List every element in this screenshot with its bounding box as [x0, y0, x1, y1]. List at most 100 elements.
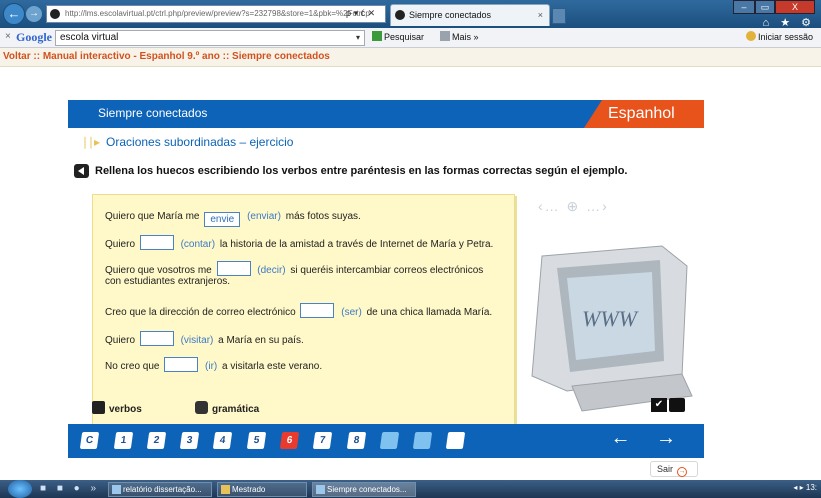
grammar-icon: [195, 401, 208, 414]
taskbar-item-mestrado[interactable]: Mestrado: [217, 482, 307, 497]
verb-hint: (decir): [257, 265, 286, 276]
exercise-line-3-continuation: con estudiantes extranjeros.: [105, 276, 231, 287]
new-tab-button[interactable]: [552, 8, 566, 24]
speaker-icon[interactable]: [74, 164, 89, 178]
answer-input-2[interactable]: [139, 235, 174, 250]
tab-close-icon[interactable]: ×: [538, 5, 543, 25]
answer-input-1[interactable]: envie: [204, 212, 241, 227]
verb-hint: (ir): [205, 361, 218, 372]
nav-button-8[interactable]: 8: [346, 432, 367, 449]
folder-icon: [221, 485, 230, 494]
close-window-button[interactable]: X: [775, 0, 815, 14]
verbos-tool[interactable]: verbos: [92, 401, 142, 415]
line-text-after: si queréis intercambiar correos electrón…: [290, 265, 484, 276]
system-tray[interactable]: ◂ ▸ 13:: [793, 483, 817, 492]
back-button[interactable]: ←: [3, 3, 25, 25]
line-text-before: Quiero: [105, 335, 136, 346]
signin-link[interactable]: Iniciar sessão: [745, 31, 813, 42]
google-search-input[interactable]: escola virtual ▾: [55, 30, 365, 46]
address-bar[interactable]: http://lms.escolavirtual.pt/ctrl.php/pre…: [46, 5, 386, 23]
pencil-icon[interactable]: [669, 398, 685, 412]
notes-icon[interactable]: [445, 432, 466, 449]
exercise-line-2: Quiero (contar) la historia de la amista…: [105, 235, 493, 250]
start-button[interactable]: [8, 480, 32, 498]
chevron-down-icon[interactable]: ▾: [356, 31, 360, 45]
toolbar-close-icon[interactable]: ×: [5, 31, 11, 42]
nav-button-1[interactable]: 1: [113, 432, 134, 449]
google-search-button[interactable]: Pesquisar: [372, 31, 424, 42]
google-search-label: Pesquisar: [384, 32, 425, 42]
google-more-label: Mais »: [452, 32, 479, 42]
exercise-subtitle: ∣∣▸ Oraciones subordinadas – ejercicio: [82, 135, 293, 149]
book-icon: [92, 401, 105, 414]
exercise-line-4: Creo que la dirección de correo electrón…: [105, 303, 492, 318]
site-favicon-icon: [50, 9, 60, 19]
window-controls: – ▭ X: [733, 0, 815, 14]
task-label: relatório dissertação...: [123, 485, 202, 494]
nav-button-3[interactable]: 3: [179, 432, 200, 449]
exercise-line-5: Quiero (visitar) a María en su país.: [105, 331, 304, 346]
quick-launch[interactable]: ■ ■ ● »: [40, 483, 100, 494]
maximize-button[interactable]: ▭: [755, 0, 775, 14]
tab-title: Siempre conectados: [409, 10, 492, 20]
nav-button-c[interactable]: C: [79, 432, 100, 449]
subtitle-text: Oraciones subordinadas – ejercicio: [106, 135, 294, 149]
tab-favicon-icon: [395, 10, 405, 20]
gramatica-tool[interactable]: gramática: [195, 401, 259, 415]
move-icon[interactable]: [379, 432, 400, 449]
exercise-card: Quiero que María me envie (enviar) más f…: [92, 194, 515, 433]
taskbar-item-relatorio[interactable]: relatório dissertação...: [108, 482, 212, 497]
search-icon: [372, 31, 382, 41]
page-icon: [440, 31, 450, 41]
browser-icon: [316, 485, 325, 494]
minimize-button[interactable]: –: [733, 0, 755, 14]
user-icon: [745, 31, 756, 41]
task-label: Siempre conectados...: [327, 485, 407, 494]
answer-input-6[interactable]: [164, 357, 199, 372]
verb-hint: (visitar): [180, 335, 214, 346]
prev-next-arrows[interactable]: ← →: [610, 427, 686, 450]
answer-input-4[interactable]: [300, 303, 335, 318]
page-navigation: C 1 2 3 4 5 6 7 8 ← →: [68, 424, 704, 458]
subtitle-arrows-icon: ∣∣▸: [82, 135, 101, 149]
document-icon: [112, 485, 121, 494]
nav-button-6[interactable]: 6: [279, 432, 300, 449]
nav-button-2[interactable]: 2: [146, 432, 167, 449]
address-controls[interactable]: ρ ▾ ć ✕: [346, 8, 375, 19]
banner-title: Siempre conectados: [98, 106, 208, 120]
line-text-before: Quiero que vosotros me: [105, 265, 212, 276]
google-toolbar: × Google escola virtual ▾ Pesquisar Mais…: [0, 28, 821, 48]
back-breadcrumb-link[interactable]: Voltar :: Manual interactivo - Espanhol …: [3, 51, 330, 62]
line-text-after: la historia de la amistad a través de In…: [219, 239, 494, 250]
answer-input-5[interactable]: [139, 331, 174, 346]
exercise-line-6: No creo que (ir) a visitarla este verano…: [105, 357, 322, 372]
arrow-right-icon: →: [29, 8, 39, 19]
top-strip: Voltar :: Manual interactivo - Espanhol …: [0, 48, 821, 67]
page: Voltar :: Manual interactivo - Espanhol …: [0, 48, 821, 498]
windows-taskbar: ■ ■ ● » relatório dissertação... Mestrad…: [0, 480, 821, 498]
forward-button[interactable]: →: [26, 6, 42, 22]
screen-www-text: WWW: [582, 306, 639, 331]
answer-input-3[interactable]: [216, 261, 251, 276]
google-more-button[interactable]: Mais »: [440, 31, 479, 42]
verbos-label: verbos: [109, 404, 142, 415]
line-text-after: a María en su país.: [218, 335, 304, 346]
nav-button-7[interactable]: 7: [312, 432, 333, 449]
exit-button[interactable]: Sair →: [650, 461, 698, 477]
nav-button-5[interactable]: 5: [246, 432, 267, 449]
browser-tab[interactable]: Siempre conectados ×: [390, 4, 550, 26]
nav-button-4[interactable]: 4: [212, 432, 233, 449]
google-logo: Google: [16, 30, 52, 44]
google-search-value: escola virtual: [60, 32, 119, 43]
line-text-after: de una chica llamada María.: [366, 307, 493, 318]
exercise-line-3: Quiero que vosotros me (decir) si queréi…: [105, 261, 483, 276]
signin-label: Iniciar sessão: [757, 32, 813, 42]
exit-arrow-icon: →: [677, 467, 688, 477]
screen: ← → http://lms.escolavirtual.pt/ctrl.php…: [0, 0, 821, 498]
line-text-before: Quiero: [105, 239, 136, 250]
check-icon[interactable]: ✔: [651, 398, 667, 412]
taskbar-item-siempre[interactable]: Siempre conectados...: [312, 482, 416, 497]
edit-icon[interactable]: [412, 432, 433, 449]
gramatica-label: gramática: [212, 404, 260, 415]
task-label: Mestrado: [232, 485, 266, 494]
